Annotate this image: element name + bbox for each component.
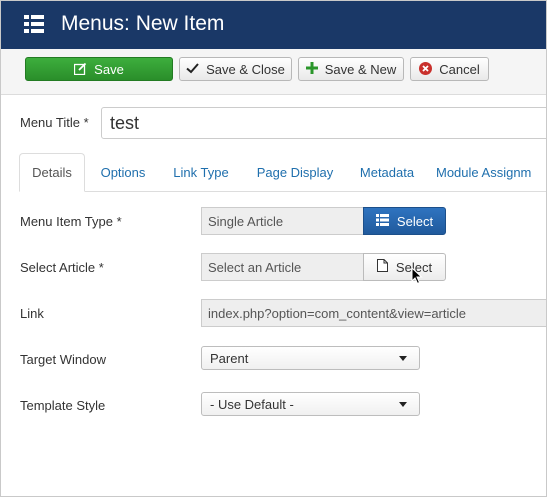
menu-item-type-select-button[interactable]: Select [363,207,446,235]
caret-down-icon [399,402,407,407]
mouse-cursor-icon [411,267,423,285]
template-style-select[interactable]: - Use Default - [201,392,420,416]
save-new-label: Save & New [324,61,397,77]
tab-page-display[interactable]: Page Display [249,153,341,191]
tab-metadata[interactable]: Metadata [352,153,422,191]
cancel-button[interactable]: Cancel [410,57,489,81]
tab-bar: Details Options Link Type Page Display M… [19,153,546,192]
link-field: index.php?option=com_content&view=articl… [201,299,546,327]
target-window-select[interactable]: Parent [201,346,420,370]
save-close-button[interactable]: Save & Close [179,57,292,81]
select-article-label: Select Article * [20,260,104,275]
toolbar: Save Save & Close Save & New Cancel [1,49,546,95]
template-style-value: - Use Default - [210,396,294,412]
plus-icon [305,62,318,76]
save-new-button[interactable]: Save & New [298,57,404,81]
tab-options[interactable]: Options [92,153,154,191]
list-icon [375,213,389,229]
save-label: Save [94,61,124,77]
select-article-field: Select an Article [201,253,364,281]
cancel-label: Cancel [439,61,480,77]
file-icon [376,259,388,275]
list-icon [24,15,44,33]
edit-icon [74,62,87,77]
menu-item-type-field: Single Article [201,207,364,235]
menu-title-input[interactable] [101,107,546,139]
select-article-button[interactable]: Select [363,253,446,281]
window-frame: Menus: New Item Save Save & Close Save &… [0,0,547,497]
save-close-label: Save & Close [206,61,285,77]
page-header: Menus: New Item [1,1,546,49]
target-window-label: Target Window [20,352,106,367]
tab-module-assignment[interactable]: Module Assignm [436,153,546,191]
cancel-icon [419,61,433,77]
tab-link-type[interactable]: Link Type [165,153,237,191]
check-icon [186,62,199,76]
tab-details[interactable]: Details [19,153,85,192]
menu-title-label: Menu Title * [20,115,89,130]
save-button[interactable]: Save [25,57,173,81]
caret-down-icon [399,356,407,361]
link-label: Link [20,306,44,321]
page-title: Menus: New Item [61,12,225,35]
menu-item-type-label: Menu Item Type * [20,214,122,229]
select-label: Select [396,213,434,229]
template-style-label: Template Style [20,398,106,413]
target-window-value: Parent [210,350,249,366]
